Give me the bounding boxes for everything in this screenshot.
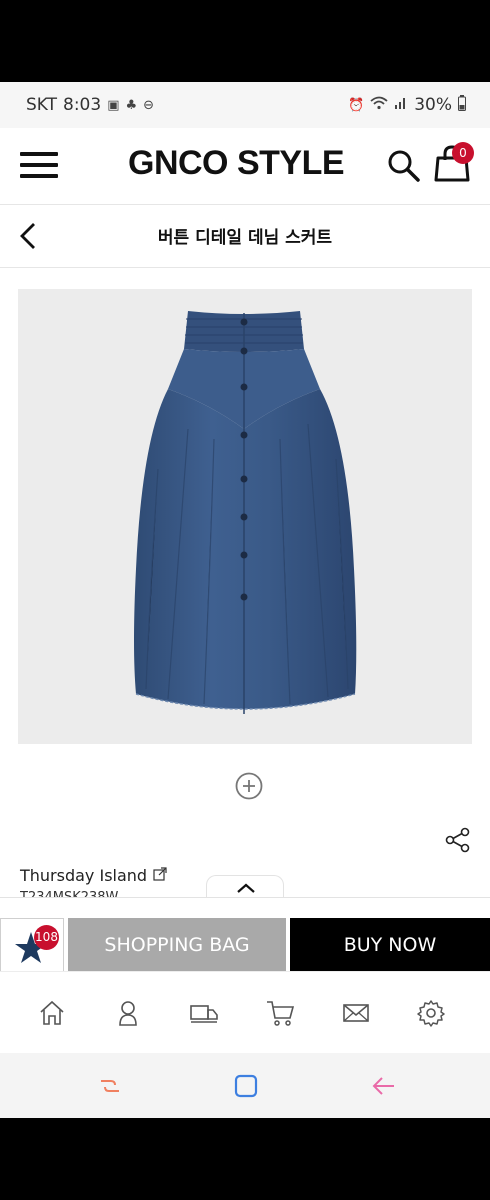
delivery-truck-icon[interactable] (189, 998, 219, 1028)
wishlist-count-badge: 108 (34, 925, 59, 950)
gallery-notification-icon: ▣ (107, 97, 120, 113)
bottom-navigation (0, 971, 490, 1053)
hamburger-menu-icon[interactable] (20, 150, 58, 180)
wifi-icon (370, 96, 388, 114)
alarm-icon: ⏰ (348, 97, 365, 113)
clock: 8:03 (63, 95, 102, 115)
app-header: GNCO STYLE 0 (0, 128, 490, 204)
product-title-bar: 버튼 디테일 데님 스커트 (0, 205, 490, 267)
status-bar: SKT 8:03 ▣ ♣ ⊖ ⏰ 30% (0, 82, 490, 128)
my-page-icon[interactable] (113, 998, 143, 1028)
cart-count-badge: 0 (452, 142, 474, 164)
buy-now-button[interactable]: BUY NOW (290, 918, 490, 972)
brand-link[interactable]: Thursday Island (20, 866, 167, 885)
do-not-disturb-icon: ⊖ (143, 97, 155, 113)
title-divider (0, 267, 490, 268)
external-link-icon (153, 866, 167, 885)
site-logo[interactable]: GNCO STYLE (128, 144, 345, 183)
zoom-plus-icon[interactable] (235, 772, 263, 800)
settings-icon[interactable] (416, 998, 446, 1028)
app-screen: SKT 8:03 ▣ ♣ ⊖ ⏰ 30% GNCO STYLE 0 버튼 디테일… (0, 82, 490, 1118)
search-icon[interactable] (386, 148, 422, 184)
denim-skirt-image (134, 311, 357, 714)
product-image[interactable] (18, 289, 472, 744)
brand-name: Thursday Island (20, 866, 148, 885)
shopping-bag-button[interactable]: SHOPPING BAG (68, 918, 286, 972)
app-notification-icon: ♣ (125, 97, 138, 113)
wishlist-button[interactable]: 108 (0, 918, 64, 972)
signal-icon (394, 96, 408, 114)
battery-level: 30% (414, 95, 452, 115)
mail-icon[interactable] (341, 998, 371, 1028)
page-title: 버튼 디테일 데님 스커트 (157, 228, 333, 248)
home-icon[interactable] (37, 998, 67, 1028)
battery-icon (458, 95, 466, 115)
carrier-label: SKT (26, 95, 58, 115)
home-button-icon[interactable] (233, 1073, 259, 1099)
cart-icon[interactable] (265, 998, 295, 1028)
back-button-icon[interactable] (371, 1073, 397, 1099)
recent-apps-icon[interactable] (97, 1073, 123, 1099)
share-icon[interactable] (445, 827, 471, 853)
collapse-toggle[interactable] (206, 875, 284, 899)
purchase-action-bar: 108 SHOPPING BAG BUY NOW (0, 897, 490, 972)
system-navigation-bar (0, 1053, 490, 1118)
